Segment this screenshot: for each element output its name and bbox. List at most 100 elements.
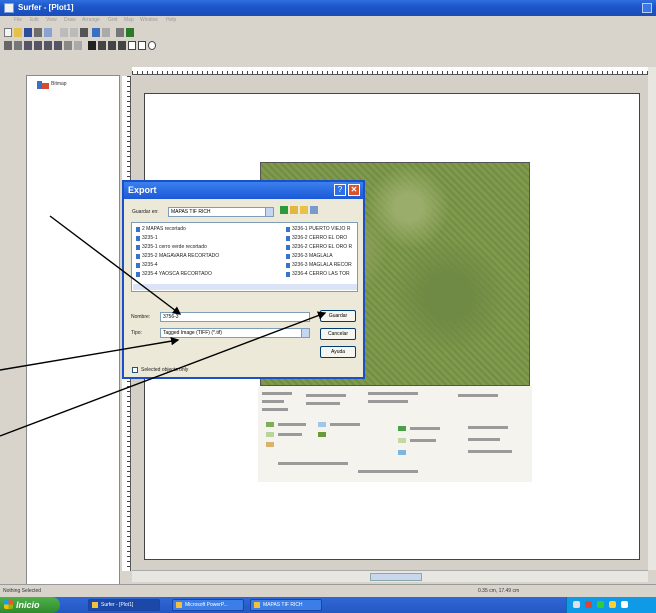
legend-block: [262, 392, 292, 395]
look-in-dropdown[interactable]: MAPAS TIF RICH: [168, 207, 274, 217]
back-arrow-icon[interactable]: [280, 206, 288, 214]
legend-block: [306, 394, 346, 397]
export-icon[interactable]: [44, 28, 52, 37]
legend-block: [368, 400, 408, 403]
menu-file[interactable]: File: [14, 17, 22, 23]
legend-swatch: [266, 422, 274, 427]
title-bar[interactable]: Surfer - [Plot1]: [0, 0, 656, 16]
minimize-button[interactable]: [642, 3, 652, 13]
help-dialog-button[interactable]: Ayuda: [320, 346, 356, 358]
tray-icon[interactable]: [597, 601, 604, 608]
file-item[interactable]: 3236-4 CERRO LAS TOR: [286, 271, 350, 277]
chevron-down-icon[interactable]: [301, 329, 309, 337]
print-icon[interactable]: [34, 28, 42, 37]
legend-block: [278, 423, 306, 426]
pointer-icon[interactable]: [4, 41, 12, 50]
file-item[interactable]: 3236-1 PUERTO VIEJO R: [285, 226, 350, 232]
file-item[interactable]: 3235-1 cerro verde recortado: [136, 244, 207, 250]
menu-edit[interactable]: Edit: [30, 17, 39, 23]
start-button[interactable]: Inicio: [0, 597, 60, 613]
text-tool-icon[interactable]: [88, 41, 96, 50]
file-list[interactable]: 2 MAPAS recortado 3235-1 3235-1 cerro ve…: [131, 222, 358, 292]
file-item[interactable]: 3235-1: [136, 235, 158, 241]
file-item[interactable]: 3236-2 CERRO EL ORO: [285, 235, 347, 241]
cut-icon[interactable]: [60, 28, 68, 37]
look-in-value: MAPAS TIF RICH: [171, 209, 211, 215]
file-item[interactable]: 3236-2 CERRO EL ORO R: [285, 244, 352, 250]
save-button[interactable]: Guardar: [320, 310, 356, 322]
tray-icon[interactable]: [621, 601, 628, 608]
cancel-button[interactable]: Cancelar: [320, 328, 356, 340]
zoom-fit-icon[interactable]: [64, 41, 72, 50]
file-item[interactable]: 3235-4: [136, 262, 158, 268]
chevron-down-icon[interactable]: [265, 208, 273, 216]
legend-swatch: [318, 422, 326, 427]
file-list-scrollbar[interactable]: [133, 284, 357, 290]
window-title: Surfer - [Plot1]: [18, 3, 74, 12]
zoom-rect-icon[interactable]: [44, 41, 52, 50]
scroll-thumb[interactable]: [370, 573, 422, 581]
menu-window[interactable]: Window: [140, 17, 158, 23]
dialog-title: Export: [128, 185, 157, 195]
dialog-title-bar[interactable]: Export: [124, 182, 363, 199]
menu-arrange[interactable]: Arrange: [82, 17, 100, 23]
ellipse-tool-icon[interactable]: [148, 41, 156, 50]
zoom-out-icon[interactable]: [34, 41, 42, 50]
menu-help[interactable]: Help: [166, 17, 176, 23]
status-bar: Nothing Selected 0.35 cm, 17.49 cm: [0, 584, 656, 597]
legend-block: [468, 450, 512, 453]
standard-toolbar: [2, 27, 242, 39]
help-button[interactable]: ?: [334, 184, 346, 196]
copy-icon[interactable]: [70, 28, 78, 37]
paste-icon[interactable]: [80, 28, 88, 37]
object-manager[interactable]: Bitmap: [26, 75, 120, 585]
save-icon[interactable]: [24, 28, 32, 37]
tray-icon[interactable]: [573, 601, 580, 608]
filename-input[interactable]: 3756-3: [160, 312, 310, 322]
symbol-tool-icon[interactable]: [118, 41, 126, 50]
file-item[interactable]: 3236-3 MAGLALA RECOR: [286, 262, 352, 268]
file-item[interactable]: 3235-4 YAOSCA RECORTADO: [136, 271, 212, 277]
new-file-icon[interactable]: [4, 28, 12, 37]
menu-map[interactable]: Map: [124, 17, 134, 23]
file-type-dropdown[interactable]: Tagged Image (TIFF) (*.tif): [160, 328, 310, 338]
new-folder-icon[interactable]: [300, 206, 308, 214]
menu-draw[interactable]: Draw: [64, 17, 76, 23]
pan-icon[interactable]: [14, 41, 22, 50]
up-folder-icon[interactable]: [290, 206, 298, 214]
tray-icon[interactable]: [609, 601, 616, 608]
file-type-value: Tagged Image (TIFF) (*.tif): [163, 330, 222, 336]
menu-view[interactable]: View: [46, 17, 57, 23]
zoom-page-icon[interactable]: [54, 41, 62, 50]
file-item[interactable]: 3236-3 MAGLALA: [286, 253, 333, 259]
rounded-rect-tool-icon[interactable]: [138, 41, 146, 50]
legend-block: [278, 433, 302, 436]
tray-icon[interactable]: [585, 601, 592, 608]
rectangle-tool-icon[interactable]: [128, 41, 136, 50]
zoom-in-icon[interactable]: [24, 41, 32, 50]
close-button[interactable]: ✕: [348, 184, 360, 196]
undo-icon[interactable]: [92, 28, 100, 37]
help-pointer-icon[interactable]: [116, 28, 124, 37]
legend-block: [306, 402, 340, 405]
legend-block: [262, 408, 288, 411]
polyline-tool-icon[interactable]: [108, 41, 116, 50]
taskbar-powerpoint[interactable]: Microsoft PowerP...: [172, 599, 244, 611]
horizontal-scrollbar[interactable]: [132, 570, 648, 582]
redo-icon[interactable]: [102, 28, 110, 37]
selected-objects-checkbox[interactable]: [132, 367, 138, 373]
legend-block: [458, 394, 498, 397]
taskbar-surfer[interactable]: Surfer - [Plot1]: [88, 599, 160, 611]
taskbar-folder[interactable]: MAPAS TIF RICH: [250, 599, 322, 611]
grid-data-icon[interactable]: [126, 28, 134, 37]
menu-grid[interactable]: Grid: [108, 17, 117, 23]
vertical-scrollbar[interactable]: [648, 67, 656, 570]
object-manager-item-bitmap[interactable]: Bitmap: [51, 81, 67, 87]
polygon-tool-icon[interactable]: [98, 41, 106, 50]
view-menu-icon[interactable]: [310, 206, 318, 214]
file-item[interactable]: 3235-2 MAGAVARA RECORTADO: [135, 253, 219, 259]
file-item[interactable]: 2 MAPAS recortado: [136, 226, 186, 232]
open-folder-icon[interactable]: [14, 28, 22, 37]
legend-block: [330, 423, 360, 426]
redraw-icon[interactable]: [74, 41, 82, 50]
